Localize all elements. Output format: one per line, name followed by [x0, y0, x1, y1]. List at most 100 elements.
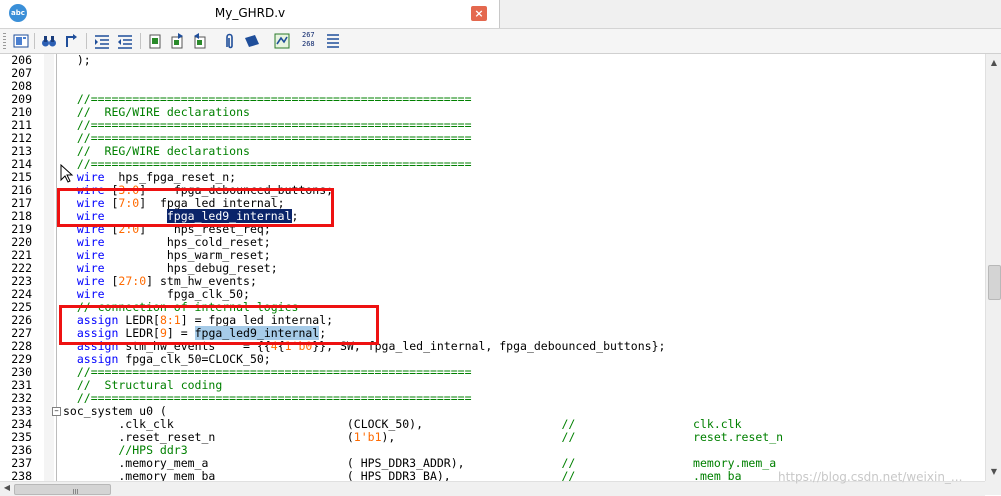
code-token: ] = fpga_led_internal;	[180, 313, 334, 327]
toolbar-separator	[86, 33, 87, 49]
horizontal-scroll-thumb[interactable]	[14, 484, 111, 495]
bookmark-next-icon[interactable]	[191, 32, 209, 50]
code-token: }}, SW, fpga_led_internal, fpga_debounce…	[312, 339, 666, 353]
comment-token: // REG/WIRE declarations	[63, 144, 250, 158]
clear-marks-icon[interactable]	[243, 32, 261, 50]
comment-token: // reset.reset_n	[561, 430, 784, 444]
bookmark-prev-icon[interactable]	[168, 32, 186, 50]
code-line[interactable]: 207	[0, 67, 985, 80]
code-token: ;	[319, 326, 327, 340]
code-token: [	[104, 274, 119, 288]
scrollbar-corner	[985, 481, 1001, 495]
toolbar-separator	[34, 33, 35, 49]
scroll-down-icon[interactable]: ▼	[989, 467, 999, 477]
keyword-token: assign	[76, 352, 119, 366]
code-line[interactable]: 206 );	[0, 54, 985, 67]
selected-text: fpga_led9_internal	[166, 209, 292, 223]
code-token: fpga_clk_50;	[104, 287, 250, 301]
code-token: ;	[291, 209, 299, 223]
code-token: .memory_mem_ba ( HPS_DDR3_BA),	[63, 469, 562, 482]
scroll-up-icon[interactable]: ▲	[989, 58, 999, 68]
find-icon[interactable]	[40, 32, 58, 50]
code-token: ] fpga_led_internal;	[139, 196, 285, 210]
document-tab[interactable]: abc My_GHRD.v ×	[0, 0, 500, 28]
selected-text: fpga_led9_internal	[194, 326, 320, 340]
number-token: 27:0	[118, 274, 147, 288]
goto-icon[interactable]	[62, 32, 80, 50]
code-token: soc_system u0 (	[63, 404, 167, 418]
title-bar: abc My_GHRD.v ×	[0, 0, 1001, 29]
fold-toggle-icon[interactable]: −	[52, 407, 61, 416]
comment-token: //======================================…	[63, 118, 472, 132]
number-token: 1'b1	[353, 430, 382, 444]
code-token: fpga_clk_50=CLOCK_50;	[118, 352, 271, 366]
code-text: .memory_mem_ba ( HPS_DDR3_BA), // .mem_b…	[63, 469, 742, 482]
comment-token: //======================================…	[63, 365, 472, 379]
keyword-token: assign	[76, 313, 119, 327]
document-map-icon[interactable]	[12, 32, 30, 50]
keyword-token: wire	[76, 209, 105, 223]
code-token: ] fpga_debounced_buttons;	[139, 183, 334, 197]
vertical-scrollbar[interactable]: ▲ ▼	[985, 54, 1001, 481]
comment-token: // .mem_ba	[561, 469, 742, 482]
code-token: .memory_mem_a ( HPS_DDR3_ADDR),	[63, 456, 562, 470]
keyword-token: wire	[76, 170, 105, 184]
scroll-left-icon[interactable]: ◀	[2, 483, 12, 493]
code-token: LEDR[	[118, 313, 160, 327]
code-token: hps_fpga_reset_n;	[104, 170, 237, 184]
comment-token: // connection of internal logics	[63, 300, 299, 314]
keyword-token: assign	[76, 339, 119, 353]
code-token: hps_warm_reset;	[104, 248, 271, 262]
vertical-scroll-thumb[interactable]	[988, 265, 1001, 300]
number-token: 9	[159, 326, 167, 340]
paperclip-icon[interactable]	[220, 32, 238, 50]
code-token: [	[104, 222, 119, 236]
watermark: https://blog.csdn.net/weixin_...	[778, 470, 963, 484]
keyword-token: wire	[76, 248, 105, 262]
comment-token: //======================================…	[63, 391, 472, 405]
number-token: 3:0	[118, 183, 140, 197]
keyword-token: wire	[76, 222, 105, 236]
code-token: ] hps_reset_req;	[139, 222, 271, 236]
outdent-icon[interactable]	[116, 32, 134, 50]
code-token: {	[277, 339, 285, 353]
indent-icon[interactable]	[93, 32, 111, 50]
number-token: 8:1	[159, 313, 181, 327]
close-tab-button[interactable]: ×	[471, 6, 487, 21]
keyword-token: wire	[76, 235, 105, 249]
comment-token: // memory.mem_a	[561, 456, 777, 470]
comment-token: // REG/WIRE declarations	[63, 105, 250, 119]
bookmark-icon[interactable]	[146, 32, 164, 50]
keyword-token: wire	[76, 183, 105, 197]
comment-token: //======================================…	[63, 131, 472, 145]
mouse-cursor-icon	[60, 164, 74, 183]
tab-title: My_GHRD.v	[214, 6, 286, 20]
list-icon[interactable]	[324, 32, 342, 50]
code-token: LEDR[	[118, 326, 160, 340]
code-token: .reset_reset_n (	[63, 430, 354, 444]
comment-token: // Structural coding	[63, 378, 223, 392]
toolbar: 267 268	[0, 29, 1001, 54]
toolbar-grip[interactable]	[3, 33, 6, 49]
comment-token: //======================================…	[63, 92, 472, 106]
code-editor[interactable]: 206 ); 207 208 209 //======================…	[0, 54, 985, 481]
keyword-token: assign	[76, 326, 119, 340]
number-token: 4	[270, 339, 278, 353]
code-text: );	[63, 54, 91, 67]
keyword-token: wire	[76, 196, 105, 210]
wrap-icon[interactable]	[273, 32, 291, 50]
keyword-token: wire	[76, 287, 105, 301]
code-token: [	[104, 196, 119, 210]
line-numbers-icon[interactable]: 267 268	[302, 31, 315, 49]
